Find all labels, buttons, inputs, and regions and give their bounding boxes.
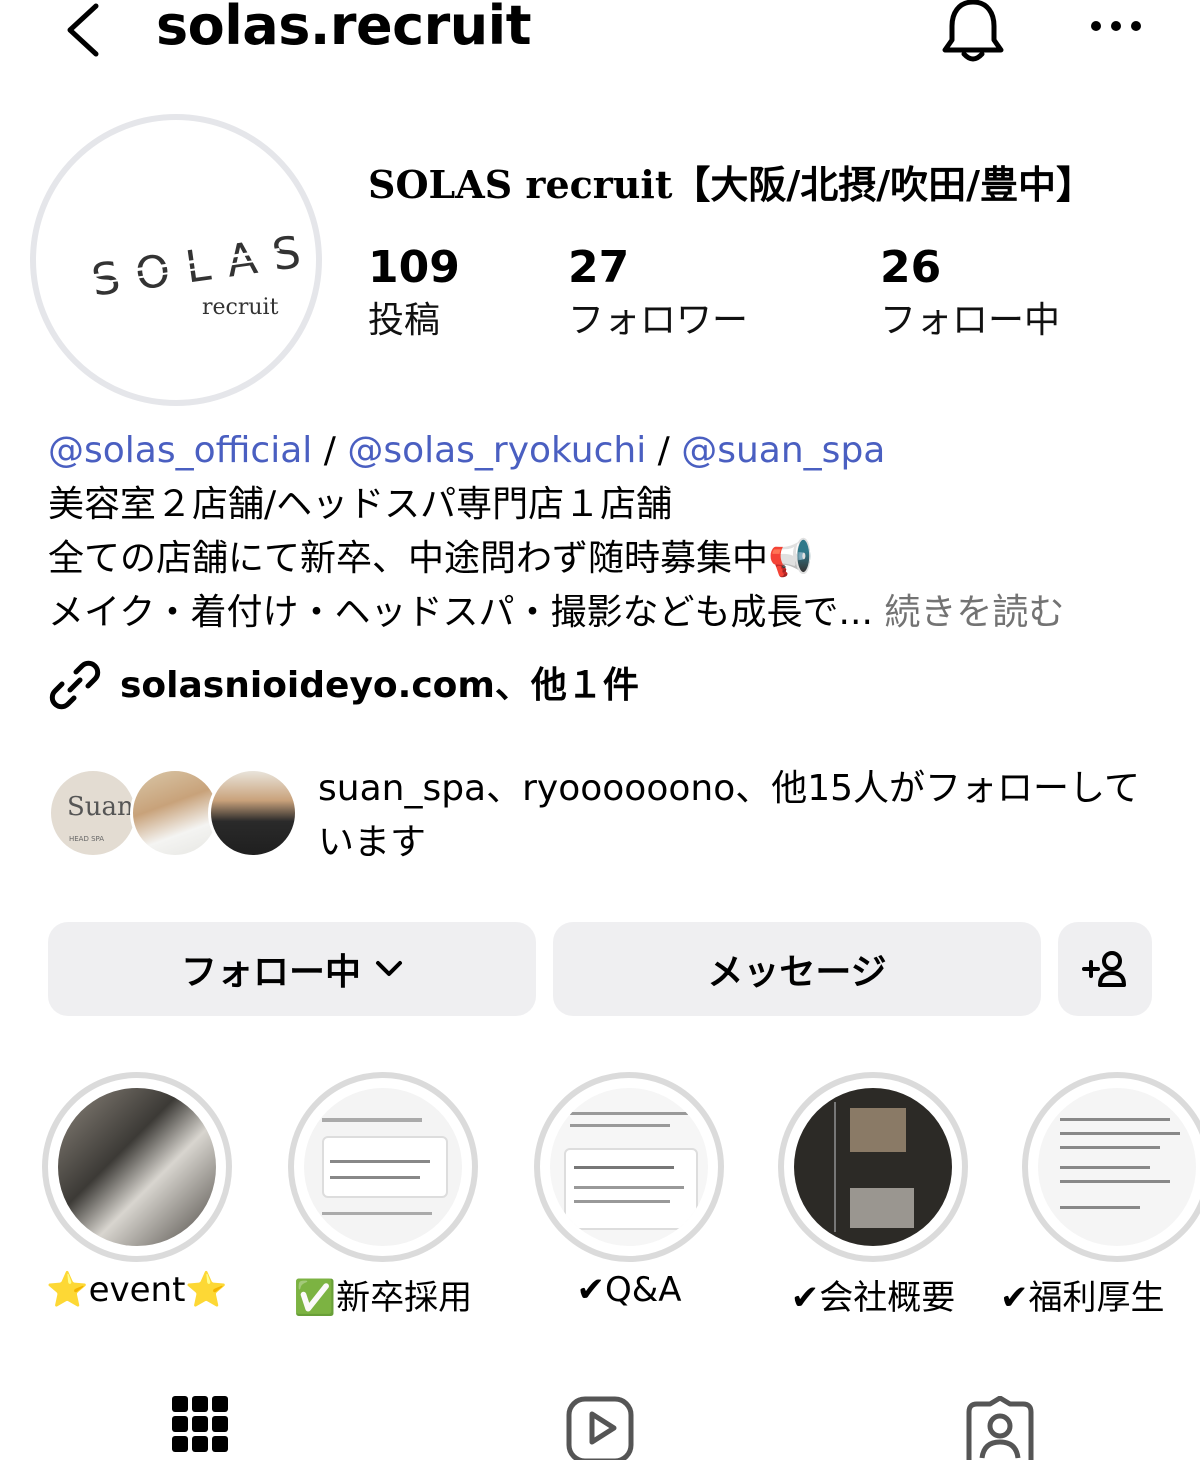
following-count: 26 xyxy=(880,242,942,293)
display-name: SOLAS recruit【大阪/北摂/吹田/豊中】 xyxy=(368,162,1095,207)
highlight-event[interactable] xyxy=(42,1072,232,1262)
highlight-label: ✔Q&A xyxy=(576,1270,682,1310)
stat-posts[interactable]: 109 投稿 xyxy=(368,240,460,346)
highlight-label: ⭐event⭐ xyxy=(46,1270,228,1310)
message-button[interactable]: メッセージ xyxy=(553,922,1041,1016)
suan-logo-sub: HEAD SPA xyxy=(69,835,104,843)
mention-suan-spa[interactable]: @suan_spa xyxy=(681,430,885,471)
stat-followers[interactable]: 27 フォロワー xyxy=(568,240,748,346)
followers-count: 27 xyxy=(568,242,630,293)
mention-solas-official[interactable]: @solas_official xyxy=(48,430,312,471)
bio-mentions-line: @solas_official / @solas_ryokuchi / @sua… xyxy=(48,424,1188,477)
bio-line: 全ての店舗にて新卒、中途問わず随時募集中📢 xyxy=(48,538,813,579)
back-icon[interactable] xyxy=(60,0,110,60)
bio-line-text: メイク・着付け・ヘッドスパ・撮影なども成長で... xyxy=(48,592,873,633)
bio-line: メイク・着付け・ヘッドスパ・撮影なども成長で... 続きを読む xyxy=(48,586,1188,639)
avatar xyxy=(130,768,220,858)
highlight-company[interactable] xyxy=(778,1072,968,1262)
read-more-link[interactable]: 続きを読む xyxy=(873,592,1064,633)
bio-line: 美容室２店舗/ヘッドスパ専門店１店舗 xyxy=(48,484,673,525)
message-button-label: メッセージ xyxy=(707,952,887,993)
mutual-followers-avatars[interactable]: Suan HEAD SPA xyxy=(48,768,298,864)
add-person-icon xyxy=(1082,951,1126,987)
followers-label: フォロワー xyxy=(568,300,749,341)
grid-icon[interactable] xyxy=(172,1396,228,1460)
avatar: Suan HEAD SPA xyxy=(48,768,138,858)
more-horizontal-icon[interactable] xyxy=(1088,14,1144,38)
following-label: フォロー中 xyxy=(880,300,1061,341)
bell-icon[interactable] xyxy=(940,0,1006,62)
link-text: solasnioideyo.com、他１件 xyxy=(120,665,639,706)
suan-logo-text: Suan xyxy=(67,792,134,822)
solas-logo: SOLAS recruit xyxy=(89,225,302,320)
logo-subtext: recruit xyxy=(202,295,279,320)
chevron-down-icon xyxy=(376,961,402,976)
highlight-label: ✔会社概要 xyxy=(790,1278,956,1318)
bio-separator: / xyxy=(312,430,348,471)
add-person-button[interactable] xyxy=(1058,922,1152,1016)
posts-count: 109 xyxy=(368,242,460,293)
highlight-qa[interactable] xyxy=(534,1072,724,1262)
mention-solas-ryokuchi[interactable]: @solas_ryokuchi xyxy=(347,430,646,471)
highlight-new-grad[interactable] xyxy=(288,1072,478,1262)
following-button[interactable]: フォロー中 xyxy=(48,922,536,1016)
stat-following[interactable]: 26 フォロー中 xyxy=(880,240,1060,346)
following-button-label: フォロー中 xyxy=(180,952,361,993)
posts-label: 投稿 xyxy=(368,300,441,341)
highlight-label: ✅新卒採用 xyxy=(293,1278,473,1318)
profile-username: solas.recruit xyxy=(156,0,532,57)
highlight-benefits[interactable] xyxy=(1022,1072,1200,1262)
link-icon xyxy=(49,660,101,710)
highlight-label: ✔福利厚生 xyxy=(1000,1278,1165,1318)
mutual-followers-text[interactable]: suan_spa、ryoooooono、他15人がフォローしています xyxy=(318,762,1158,870)
bio-separator: / xyxy=(646,430,682,471)
tagged-icon[interactable] xyxy=(966,1396,1034,1460)
avatar xyxy=(208,768,298,858)
reels-icon[interactable] xyxy=(566,1396,634,1460)
profile-avatar[interactable]: SOLAS recruit xyxy=(30,114,322,406)
